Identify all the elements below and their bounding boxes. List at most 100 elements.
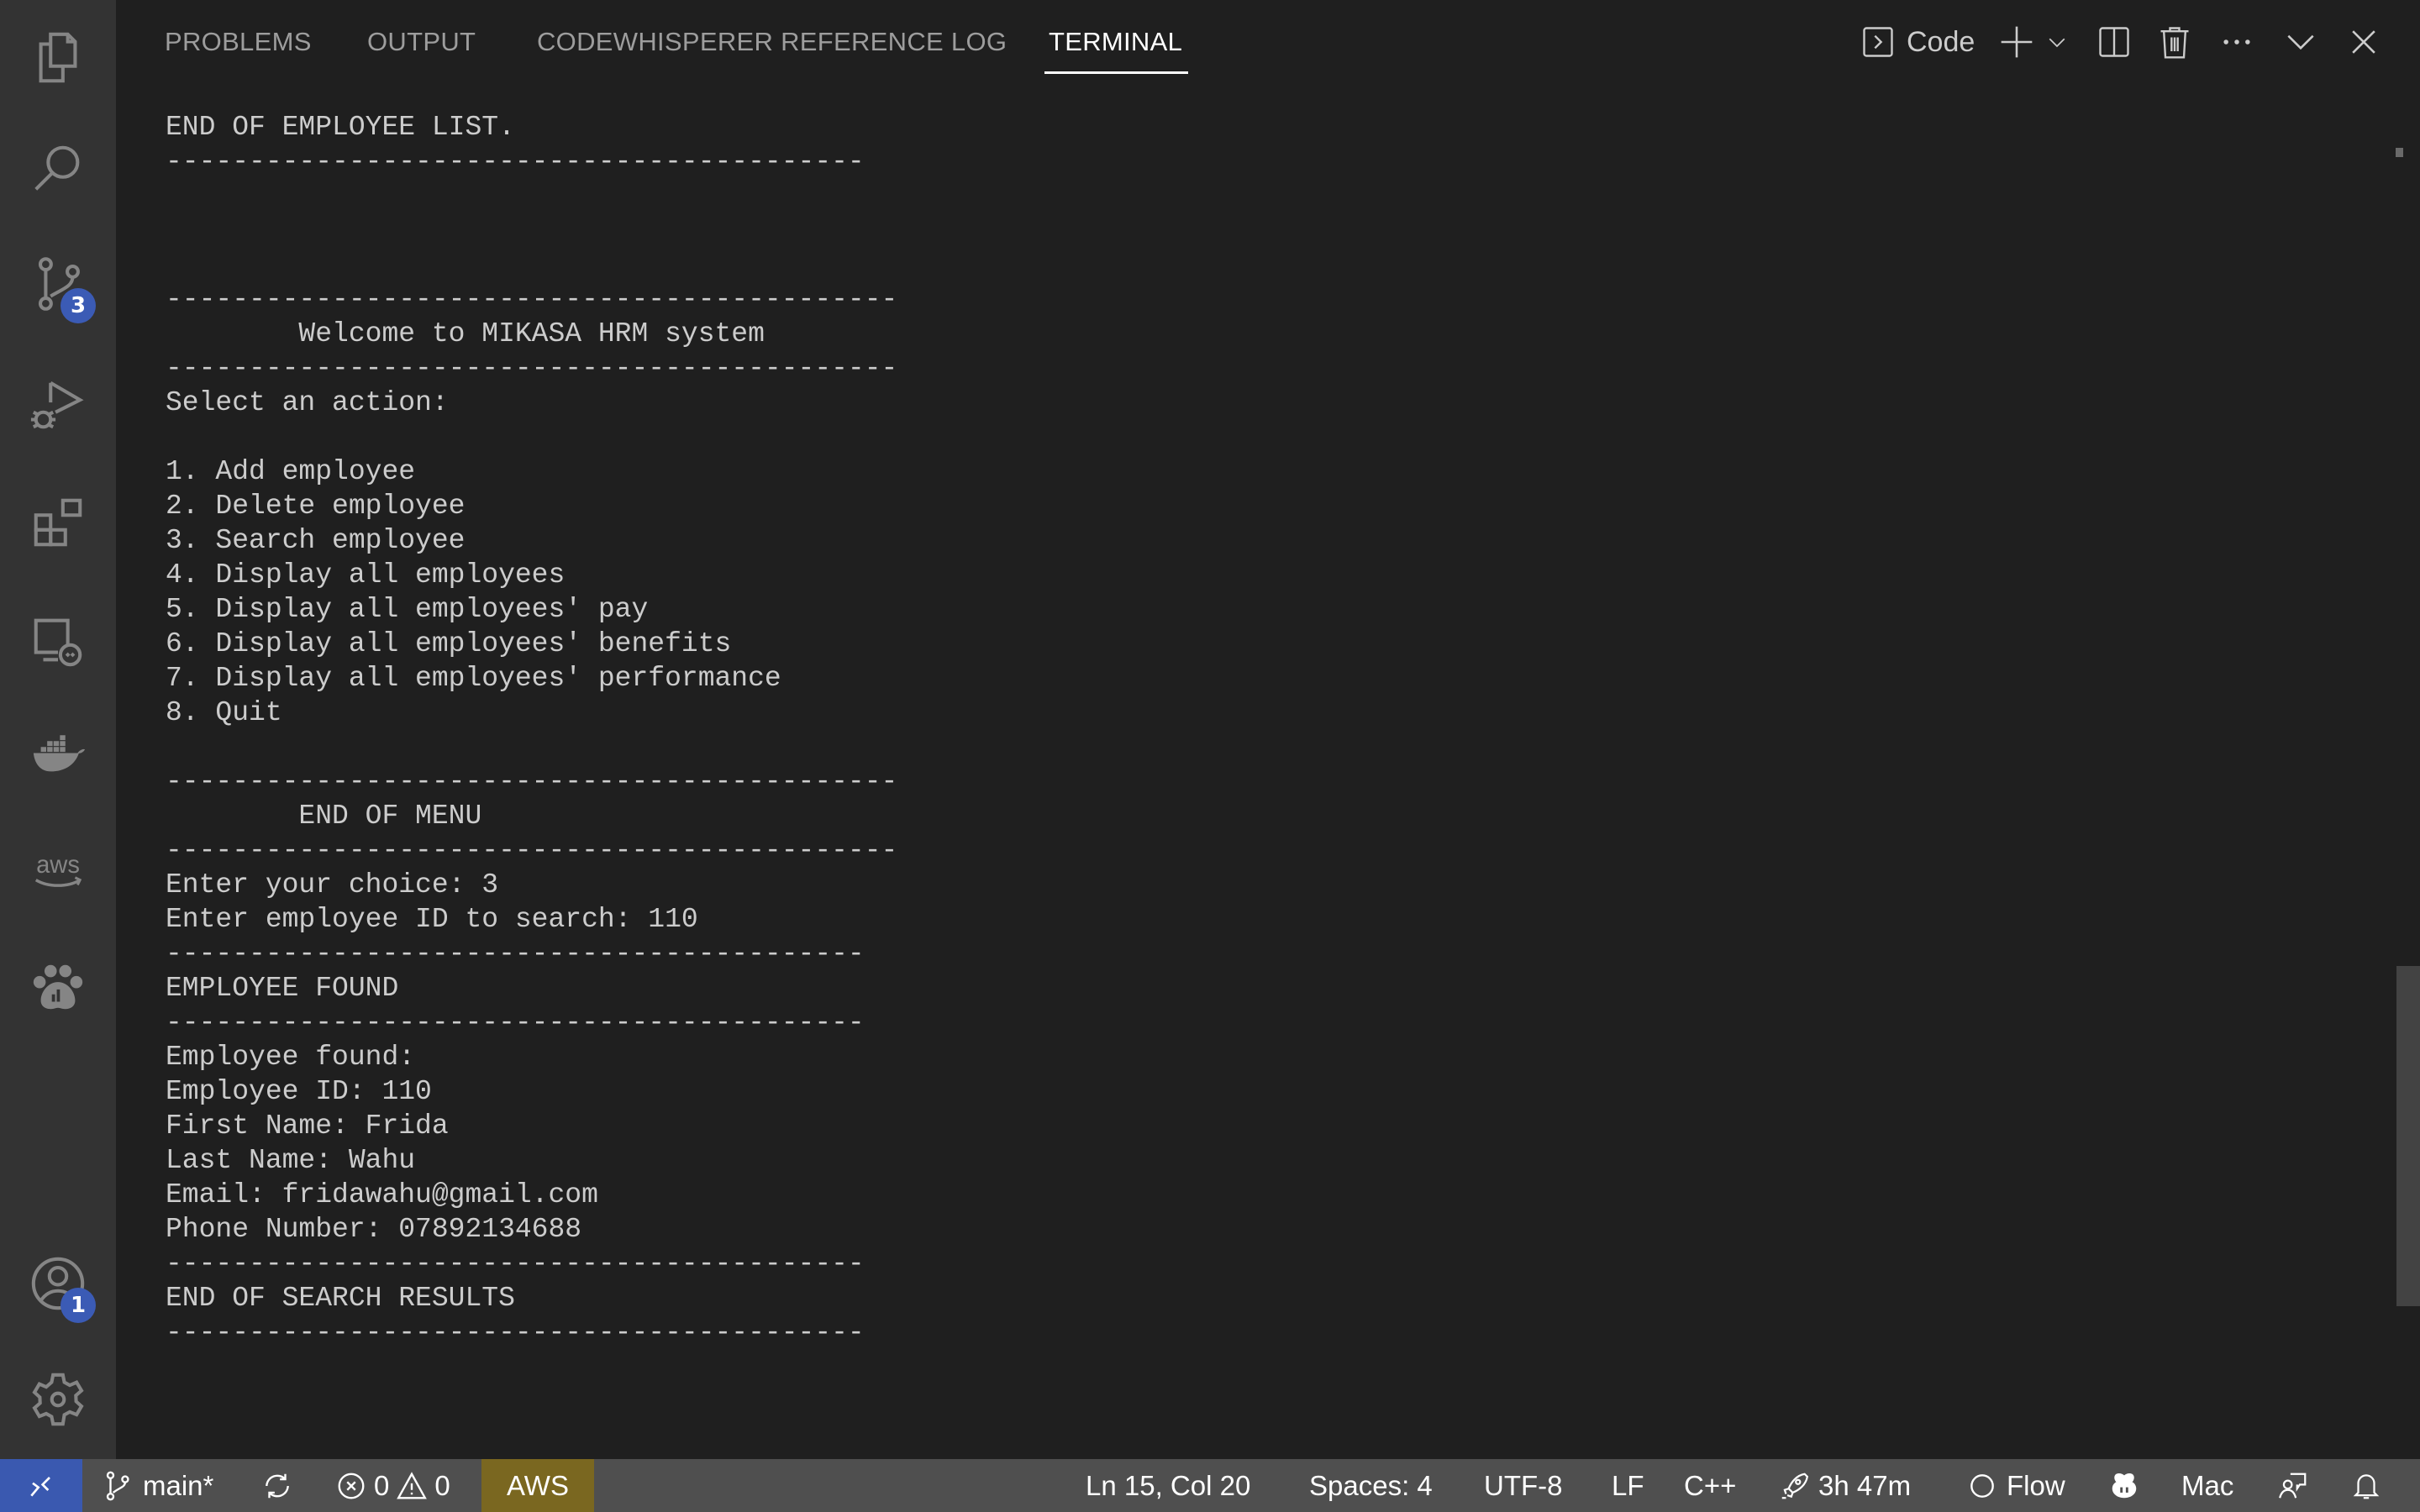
eol-text: LF	[1612, 1469, 1644, 1501]
split-terminal-button[interactable]	[2096, 20, 2133, 64]
status-bar: main* 0 0 AWS Ln 15, Col 20 Spaces: 4 UT…	[0, 1459, 2420, 1512]
terminal-line: ----------------------------------------…	[166, 146, 865, 177]
terminal-line: First Name: Frida	[166, 1110, 449, 1142]
keyboard-layout-text: Mac	[2181, 1469, 2234, 1501]
active-tab-indicator	[1044, 71, 1188, 74]
timer-indicator[interactable]: 3h 47m	[1778, 1459, 1911, 1512]
terminal-line: ----------------------------------------…	[166, 1007, 865, 1038]
activity-bar: 3 aws 1	[0, 0, 116, 1459]
accounts-button[interactable]: 1	[24, 1250, 96, 1323]
paw-icon	[33, 964, 83, 1010]
terminal-line: ----------------------------------------…	[166, 1317, 865, 1348]
trash-icon	[2160, 27, 2189, 59]
maximize-panel-button[interactable]	[2282, 20, 2319, 64]
indentation[interactable]: Spaces: 4	[1309, 1459, 1433, 1512]
terminal-line: Enter your choice: 3	[166, 869, 499, 900]
terminal-line: 3. Search employee	[166, 525, 466, 556]
terminal-line: 7. Display all employees' performance	[166, 663, 781, 694]
terminal-line: Welcome to MIKASA HRM system	[166, 318, 765, 349]
datadog-button[interactable]	[24, 953, 92, 1021]
run-debug-button[interactable]	[24, 371, 92, 438]
terminal-line: END OF SEARCH RESULTS	[166, 1283, 515, 1314]
split-icon	[2099, 27, 2129, 57]
language-mode[interactable]: C++	[1684, 1459, 1736, 1512]
more-actions-button[interactable]	[2218, 20, 2255, 64]
terminal-profile-label: Code	[1907, 25, 1975, 58]
kill-terminal-button[interactable]	[2156, 20, 2193, 64]
terminal-line: 2. Delete employee	[166, 491, 466, 522]
terminal-line: Select an action:	[166, 387, 449, 418]
problems-indicator[interactable]: 0 0	[335, 1459, 450, 1512]
circle-icon	[1970, 1473, 1994, 1498]
aws-button[interactable]: aws	[24, 834, 92, 901]
terminal-line: END OF MENU	[166, 801, 482, 832]
sync-button[interactable]	[261, 1459, 293, 1512]
terminal-line: Employee found:	[166, 1042, 416, 1073]
docker-icon	[33, 735, 86, 772]
tab-codewhisperer-reference-log[interactable]: CODEWHISPERER REFERENCE LOG	[537, 25, 1007, 59]
terminal-scrollbar-thumb[interactable]	[2396, 966, 2420, 1306]
flow-text: Flow	[2007, 1469, 2065, 1501]
terminal-profile-button[interactable]: Code	[1860, 20, 1975, 64]
terminal-line: Phone Number: 07892134688	[166, 1214, 582, 1245]
terminal-line: ----------------------------------------…	[166, 284, 898, 315]
source-control-button[interactable]: 3	[24, 250, 96, 323]
feedback-icon	[2279, 1473, 2307, 1499]
terminal-line: ----------------------------------------…	[166, 938, 865, 969]
terminal-line: ----------------------------------------…	[166, 766, 898, 797]
search-button[interactable]	[24, 136, 92, 203]
bell-icon	[2353, 1473, 2380, 1499]
docker-button[interactable]	[24, 721, 92, 788]
keyboard-layout[interactable]: Mac	[2181, 1459, 2233, 1512]
cursor-position[interactable]: Ln 15, Col 20	[1086, 1459, 1250, 1512]
encoding[interactable]: UTF-8	[1484, 1459, 1563, 1512]
branch-indicator[interactable]: main*	[103, 1459, 213, 1512]
terminal-line: 5. Display all employees' pay	[166, 594, 649, 625]
source-control-badge: 3	[60, 288, 96, 323]
aws-status[interactable]: AWS	[481, 1459, 594, 1512]
new-terminal-button[interactable]	[1998, 20, 2035, 64]
terminal-line: Last Name: Wahu	[166, 1145, 416, 1176]
terminal-line: Email: fridawahu@gmail.com	[166, 1179, 598, 1210]
remote-explorer-button[interactable]	[24, 606, 92, 674]
warning-count: 0	[434, 1469, 450, 1501]
aws-icon: aws	[34, 852, 82, 887]
flow-indicator[interactable]: Flow	[1966, 1459, 2065, 1512]
ellipsis-icon	[2223, 39, 2250, 45]
tab-terminal[interactable]: TERMINAL	[1049, 25, 1182, 59]
terminal-line: ----------------------------------------…	[166, 835, 898, 866]
cursor-position-text: Ln 15, Col 20	[1086, 1469, 1251, 1501]
explorer-button[interactable]	[24, 25, 92, 92]
notifications-button[interactable]	[2350, 1459, 2382, 1512]
accounts-badge: 1	[60, 1288, 96, 1323]
indentation-text: Spaces: 4	[1309, 1469, 1433, 1501]
terminal-profiles-dropdown[interactable]	[2044, 20, 2070, 64]
close-panel-button[interactable]	[2345, 20, 2382, 64]
extensions-button[interactable]	[24, 489, 92, 556]
end-of-line[interactable]: LF	[1612, 1459, 1644, 1512]
terminal-line: 4. Display all employees	[166, 559, 566, 591]
terminal-output[interactable]: END OF EMPLOYEE LIST. -------------------…	[166, 110, 897, 1350]
terminal-line: Employee ID: 110	[166, 1076, 432, 1107]
rocket-icon	[1781, 1473, 1809, 1499]
plus-icon	[2001, 26, 2033, 58]
tab-problems[interactable]: PROBLEMS	[165, 25, 312, 59]
language-text: C++	[1684, 1469, 1737, 1501]
manage-button[interactable]	[24, 1366, 92, 1433]
terminal-line: Enter employee ID to search: 110	[166, 904, 698, 935]
tab-output[interactable]: OUTPUT	[367, 25, 476, 59]
terminal-line: EMPLOYEE FOUND	[166, 973, 399, 1004]
overview-ruler-mark	[2396, 148, 2403, 157]
remote-explorer-icon	[34, 618, 82, 667]
terminal-line: ----------------------------------------…	[166, 353, 898, 384]
chevron-down-icon	[2287, 34, 2314, 50]
error-count: 0	[374, 1469, 390, 1501]
sync-icon	[266, 1473, 289, 1498]
feedback-button[interactable]	[2277, 1459, 2309, 1512]
remote-indicator[interactable]	[0, 1459, 82, 1512]
terminal-line: END OF EMPLOYEE LIST.	[166, 112, 515, 143]
copilot-button[interactable]	[2108, 1459, 2140, 1512]
